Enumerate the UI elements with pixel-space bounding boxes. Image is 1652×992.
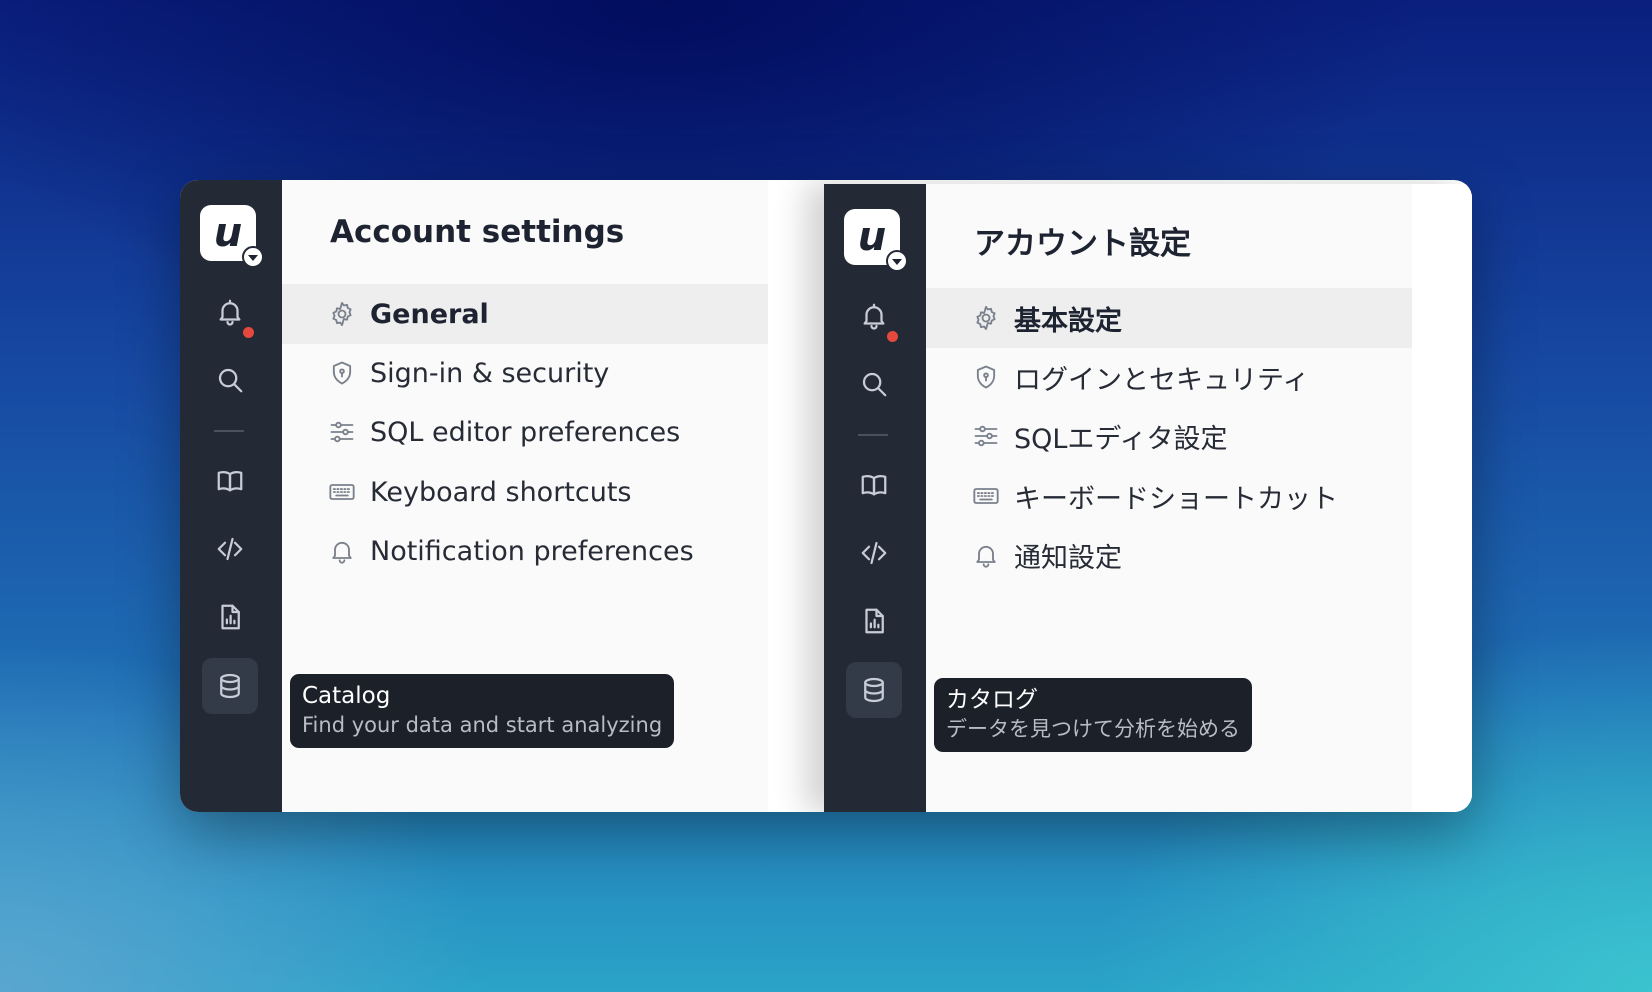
menu-item-sign-in-security[interactable]: Sign-in & security bbox=[282, 343, 768, 403]
menu-item-sql-editor-preferences[interactable]: SQL editor preferences bbox=[282, 402, 768, 462]
workspace-dropdown-icon[interactable] bbox=[886, 250, 908, 272]
code-button[interactable] bbox=[846, 525, 902, 581]
notification-badge bbox=[243, 327, 254, 338]
menu-item-notification-preferences[interactable]: Notification preferences bbox=[282, 521, 768, 581]
book-icon bbox=[861, 474, 887, 496]
docs-button[interactable] bbox=[202, 453, 258, 509]
catalog-button[interactable] bbox=[846, 662, 902, 718]
search-button[interactable] bbox=[846, 356, 902, 412]
menu-item-label: 通知設定 bbox=[1014, 542, 1122, 574]
menu-item-keyboard-shortcuts[interactable]: キーボードショートカット bbox=[926, 466, 1412, 526]
sliders-icon bbox=[330, 421, 354, 443]
nav-rail: u bbox=[824, 184, 926, 812]
menu-item-label: キーボードショートカット bbox=[1014, 483, 1338, 515]
catalog-tooltip: Catalog Find your data and start analyzi… bbox=[290, 674, 675, 748]
menu-item-label: Notification preferences bbox=[370, 535, 694, 567]
report-icon bbox=[221, 604, 240, 630]
page-title: アカウント設定 bbox=[974, 226, 1191, 262]
menu-item-keyboard-shortcuts[interactable]: Keyboard shortcuts bbox=[282, 462, 768, 522]
keyboard-icon bbox=[973, 488, 999, 504]
rail-divider bbox=[858, 434, 888, 436]
menu-item-sql-editor-preferences[interactable]: SQLエディタ設定 bbox=[926, 406, 1412, 466]
rail-divider bbox=[214, 430, 244, 432]
tooltip-title: Catalog bbox=[302, 683, 391, 709]
menu-item-general[interactable]: 基本設定 bbox=[926, 288, 1412, 348]
japanese-settings-window: u アカウント設定 基本設定 ログインとセキュリティ SQLエディタ設定 キーボ… bbox=[824, 184, 1472, 812]
english-settings-window: u Account settings General Sign-in & sec… bbox=[180, 180, 768, 812]
menu-item-label: SQLエディタ設定 bbox=[1014, 423, 1228, 455]
nav-rail: u bbox=[180, 180, 282, 812]
settings-comparison-card: u Account settings General Sign-in & sec… bbox=[180, 180, 1472, 812]
gear-icon bbox=[332, 301, 352, 327]
reports-button[interactable] bbox=[202, 589, 258, 645]
docs-button[interactable] bbox=[846, 457, 902, 513]
catalog-tooltip: カタログ データを見つけて分析を始める bbox=[934, 678, 1252, 752]
menu-item-label: SQL editor preferences bbox=[370, 416, 681, 448]
tooltip-description: データを見つけて分析を始める bbox=[946, 717, 1240, 741]
keyboard-icon bbox=[329, 484, 355, 500]
page-title: Account settings bbox=[330, 214, 625, 250]
catalog-button[interactable] bbox=[202, 658, 258, 714]
code-icon bbox=[217, 537, 243, 561]
search-button[interactable] bbox=[202, 352, 258, 408]
logo-glyph: u bbox=[213, 210, 243, 256]
reports-button[interactable] bbox=[846, 593, 902, 649]
shield-icon bbox=[976, 365, 996, 389]
menu-item-general[interactable]: General bbox=[282, 284, 768, 344]
tooltip-description: Find your data and start analyzing bbox=[302, 713, 663, 737]
logo-glyph: u bbox=[857, 214, 887, 260]
report-icon bbox=[865, 608, 884, 634]
menu-item-notification-preferences[interactable]: 通知設定 bbox=[926, 525, 1412, 585]
bell-icon bbox=[219, 299, 241, 326]
bell-icon bbox=[863, 303, 885, 330]
tooltip-title: カタログ bbox=[946, 687, 1038, 713]
database-icon bbox=[864, 677, 884, 703]
menu-item-label: Sign-in & security bbox=[370, 357, 610, 389]
search-icon bbox=[862, 372, 887, 397]
code-icon bbox=[861, 541, 887, 565]
code-button[interactable] bbox=[202, 521, 258, 577]
menu-item-sign-in-security[interactable]: ログインとセキュリティ bbox=[926, 347, 1412, 407]
workspace-dropdown-icon[interactable] bbox=[242, 246, 264, 268]
menu-item-label: ログインとセキュリティ bbox=[1014, 364, 1310, 396]
menu-item-label: 基本設定 bbox=[1014, 305, 1122, 337]
gear-icon bbox=[976, 305, 996, 331]
bell-icon bbox=[976, 545, 996, 568]
bell-icon bbox=[332, 541, 352, 564]
database-icon bbox=[220, 673, 240, 699]
menu-item-label: Keyboard shortcuts bbox=[370, 476, 632, 508]
sliders-icon bbox=[974, 425, 998, 447]
window-edge bbox=[1412, 184, 1472, 812]
shield-icon bbox=[332, 361, 352, 385]
notification-badge bbox=[887, 331, 898, 342]
menu-item-label: General bbox=[370, 298, 489, 330]
search-icon bbox=[218, 368, 243, 393]
book-icon bbox=[217, 470, 243, 492]
